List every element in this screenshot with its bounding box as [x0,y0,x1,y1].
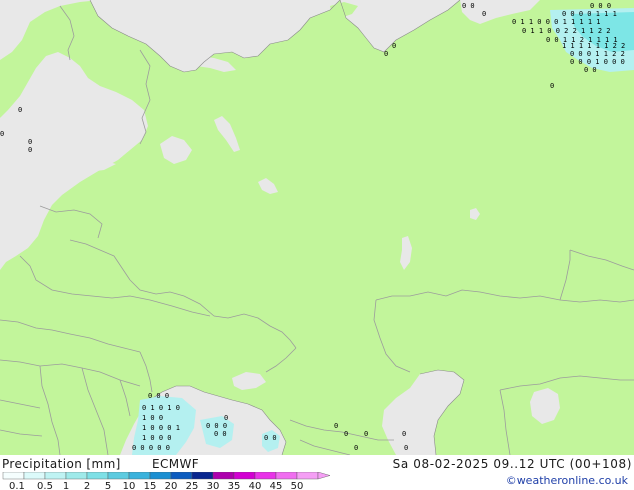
precip-mark: 0 [28,146,32,154]
legend-tick-label: 30 [207,481,220,490]
legend-swatch [254,472,277,480]
legend-tick-label: 45 [270,481,283,490]
credit-link[interactable]: ©weatheronline.co.uk [506,474,628,487]
model-name: ECMWF [152,457,200,471]
precip-mark: 0 [384,50,388,58]
precip-mark: 0 [482,10,486,18]
precip-mark: 0 0 0 1 1 2 2 [570,50,625,58]
legend-tick-label: 50 [291,481,304,490]
legend-swatch [275,472,298,480]
precip-mark: 0 0 [462,2,475,10]
legend-swatch [191,472,214,480]
precip-mark: 1 0 0 0 [142,434,172,442]
precip-mark: 0 [354,444,358,452]
precip-mark: 0 0 0 [206,422,227,430]
precip-mark: 0 0 0 [148,392,169,400]
legend-swatch [65,472,88,480]
precip-mark: 0 0 0 1 0 0 0 [570,58,625,66]
color-scale-legend: 0.1 0.5 1 2 5 10 15 20 25 30 35 40 45 50 [2,472,330,490]
weather-map-view: 0 1 1 0 0 0 1 1 1 1 1 0 1 1 0 0 2 2 1 1 … [0,0,634,490]
precip-mark: 0 1 1 0 0 0 1 1 1 1 1 [512,18,601,26]
legend-swatch [86,472,109,480]
precip-mark: 0 0 0 0 0 [132,444,170,452]
precip-mark: 0 1 0 1 0 [142,404,180,412]
legend-swatch [2,472,25,480]
legend-tick-label: 0.1 [9,481,25,490]
legend-swatch [170,472,193,480]
precip-mark: 0 0 0 0 1 1 1 [562,10,617,18]
legend-tick-label: 20 [165,481,178,490]
legend-swatch [149,472,172,480]
precip-mark: 0 [0,130,4,138]
legend-tick-label: 1 [63,481,69,490]
precip-mark: 0 [18,106,22,114]
legend-swatch [212,472,235,480]
legend-arrow [317,472,330,480]
precip-mark: 0 [550,82,554,90]
precip-mark: 0 [334,422,338,430]
legend-tick-label: 15 [144,481,157,490]
legend-swatch [23,472,46,480]
precip-mark: 0 [392,42,396,50]
legend-tick-label: 2 [84,481,90,490]
precip-mark: 0 0 [584,66,597,74]
legend-tick-label: 10 [123,481,136,490]
precipitation-map: 0 1 1 0 0 0 1 1 1 1 1 0 1 1 0 0 2 2 1 1 … [0,0,634,455]
precip-mark: 0 [28,138,32,146]
land-mass [0,0,634,455]
legend-tick-label: 5 [105,481,111,490]
precip-mark: 0 [402,430,406,438]
precip-mark: 0 0 [214,430,227,438]
legend-swatch [107,472,130,480]
legend-swatch [128,472,151,480]
legend-swatch [233,472,256,480]
precip-mark: 0 [344,430,348,438]
valid-time: Sa 08-02-2025 09..12 UTC (00+108) [392,457,632,471]
legend-tick-label: 35 [228,481,241,490]
legend-tick-label: 25 [186,481,199,490]
legend-title: Precipitation [mm] [2,457,121,471]
precip-mark: 1 0 0 0 1 [142,424,180,432]
precip-mark: 0 1 1 0 0 2 2 1 1 2 2 [522,27,611,35]
precip-mark: 0 [364,430,368,438]
precip-mark: 0 [404,444,408,452]
precip-mark: 1 0 0 [142,414,163,422]
precip-mark: 0 0 0 [590,2,611,10]
legend-swatch [296,472,319,480]
legend-tick-label: 40 [249,481,262,490]
precip-mark: 0 [224,414,228,422]
precip-mark: 0 0 [264,434,277,442]
legend-swatch [44,472,67,480]
precip-mark: 1 1 1 1 1 1 2 2 [562,42,625,50]
map-footer: Precipitation [mm] ECMWF Sa 08-02-2025 0… [0,455,634,490]
legend-tick-label: 0.5 [37,481,53,490]
